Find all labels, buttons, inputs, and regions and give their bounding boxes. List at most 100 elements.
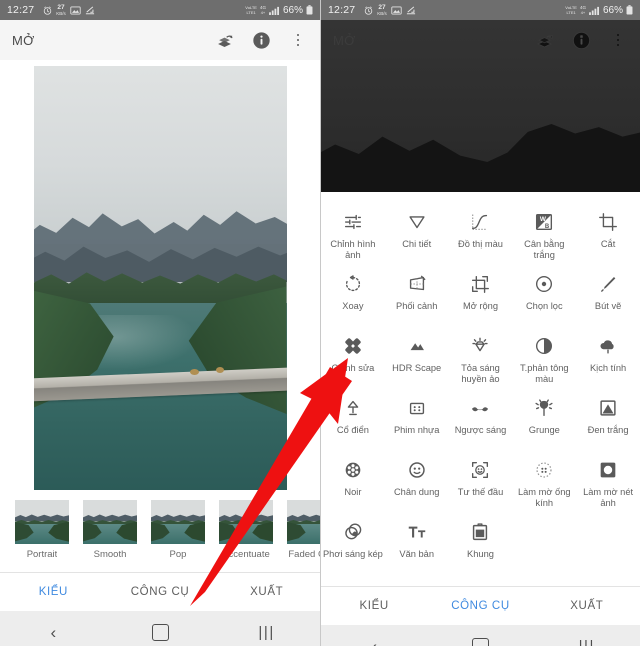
status-bar-right-group: VoLTE LTE1 4G 4+ 66% xyxy=(565,5,633,16)
tools-row: Noir Chân dung Tư thế đầu Làm mờ ống kính Là… xyxy=(321,450,640,512)
head-pose-icon xyxy=(469,458,491,482)
tool-item[interactable]: Xoay xyxy=(321,264,385,326)
battery-icon xyxy=(306,5,313,15)
curves-icon xyxy=(469,210,491,234)
filter-label: Portrait xyxy=(26,549,58,560)
tool-item[interactable]: Bút vẽ xyxy=(576,264,640,326)
tab-tools[interactable]: CÔNG CỤ xyxy=(107,586,214,598)
tool-label: Mở rộng xyxy=(462,301,499,311)
portrait-face-icon xyxy=(406,458,428,482)
screenshot-icon xyxy=(391,6,402,15)
info-icon[interactable] xyxy=(571,30,591,50)
filter-item[interactable]: Faded Glow xyxy=(284,500,320,560)
filter-item[interactable]: Portrait xyxy=(12,500,72,560)
tool-item[interactable]: Chi tiết xyxy=(385,202,449,264)
tool-label: Phim nhựa xyxy=(393,425,440,435)
filter-item[interactable]: Accentuate xyxy=(216,500,276,560)
nav-recents-button[interactable]: ||| xyxy=(213,624,320,641)
tools-grid[interactable]: Chỉnh hình ảnh Chi tiết Đồ thị màu W B Cân bằ… xyxy=(321,192,640,586)
tool-item[interactable]: Làm mờ nét ảnh xyxy=(576,450,640,512)
app-bar-title-right: MỞ xyxy=(333,32,356,48)
tool-item[interactable]: Chỉnh hình ảnh xyxy=(321,202,385,264)
tab-bar-right[interactable]: KIỂU CÔNG CỤ XUẤT xyxy=(321,586,640,625)
tool-item[interactable]: Đen trắng xyxy=(576,388,640,450)
nav-back-button[interactable]: ‹ xyxy=(321,638,427,646)
edited-photo xyxy=(33,66,287,490)
tool-item[interactable]: Cổ điển xyxy=(321,388,385,450)
tool-item[interactable]: W B Cân bằng trắng xyxy=(512,202,576,264)
tool-item[interactable]: Phối cảnh xyxy=(385,264,449,326)
black-white-icon xyxy=(597,396,619,420)
tool-label: Kịch tính xyxy=(589,363,627,373)
filter-thumbnail xyxy=(151,500,205,544)
healing-icon xyxy=(342,334,364,358)
tool-item[interactable]: Grunge xyxy=(512,388,576,450)
layers-icon[interactable] xyxy=(214,30,234,50)
tools-row: Cổ điển Phim nhựa Ngược sáng Grunge Đen trắn… xyxy=(321,388,640,450)
filter-strip[interactable]: PortraitSmoothPopAccentuateFaded GlowMo xyxy=(0,496,320,572)
tab-tools[interactable]: CÔNG CỤ xyxy=(427,600,533,612)
data-rate-unit: KB/s xyxy=(56,11,66,16)
status-bar-left-group: 12:27 27 KB/s xyxy=(7,4,245,16)
tab-styles[interactable]: KIỂU xyxy=(321,600,427,612)
tool-label: Cắt xyxy=(600,239,616,249)
tool-item[interactable]: Mở rộng xyxy=(449,264,513,326)
grainy-film-icon xyxy=(406,396,428,420)
left-phone-screen: 12:27 27 KB/s VoLTE LTE1 4G 4+ 66% MỞ Po… xyxy=(0,0,320,646)
nav-recents-button[interactable]: ||| xyxy=(534,638,640,646)
tool-item[interactable]: Cắt xyxy=(576,202,640,264)
drama-cloud-icon xyxy=(597,334,619,358)
nav-home-button[interactable] xyxy=(427,637,533,646)
battery-percent: 66% xyxy=(282,4,303,16)
data-rate-value: 27 xyxy=(378,4,386,11)
filter-label: Accentuate xyxy=(222,549,270,560)
tab-export[interactable]: XUẤT xyxy=(213,586,320,598)
overflow-menu-icon[interactable] xyxy=(288,30,308,50)
tool-item[interactable]: Làm mờ ống kính xyxy=(512,450,576,512)
overflow-menu-icon[interactable] xyxy=(608,30,628,50)
status-bar-right-group: VoLTE LTE1 4G 4+ 66% xyxy=(245,5,313,16)
filter-label: Faded Glow xyxy=(288,549,320,560)
tool-item[interactable]: Đồ thị màu xyxy=(449,202,513,264)
tab-bar-left[interactable]: KIỂU CÔNG CỤ XUẤT xyxy=(0,572,320,611)
tool-item[interactable]: T.phản tông màu xyxy=(512,326,576,388)
photo-canvas[interactable] xyxy=(0,60,320,496)
tab-styles[interactable]: KIỂU xyxy=(0,586,107,598)
info-icon[interactable] xyxy=(251,30,271,50)
tool-item[interactable]: HDR Scape xyxy=(385,326,449,388)
tool-item[interactable]: Chọn lọc xyxy=(512,264,576,326)
tool-item[interactable]: Chân dung xyxy=(385,450,449,512)
tool-label: Làm mờ ống kính xyxy=(517,487,571,508)
nav-bar-right: ‹ ||| xyxy=(321,625,640,646)
brush-icon xyxy=(597,272,619,296)
dimmed-photo-preview[interactable]: MỞ xyxy=(321,20,640,192)
tool-item[interactable]: Văn bản xyxy=(385,512,449,574)
tool-label: Cân bằng trắng xyxy=(524,239,565,260)
tool-item[interactable]: Tỏa sáng huyền ảo xyxy=(449,326,513,388)
expand-icon xyxy=(469,272,491,296)
tool-label: Cổ điển xyxy=(336,425,369,435)
tool-item[interactable]: Noir xyxy=(321,450,385,512)
tool-item[interactable]: Khung xyxy=(449,512,513,574)
filter-label: Pop xyxy=(169,549,187,560)
app-bar-right: MỞ xyxy=(321,20,640,60)
filter-item[interactable]: Smooth xyxy=(80,500,140,560)
nav-home-button[interactable] xyxy=(107,623,214,641)
photo-rock xyxy=(215,367,224,374)
nav-back-button[interactable]: ‹ xyxy=(0,624,107,641)
tool-item[interactable]: Chỉnh sửa xyxy=(321,326,385,388)
glamour-glow-icon xyxy=(469,334,491,358)
tool-item[interactable]: Phơi sáng kép xyxy=(321,512,385,574)
tool-item[interactable]: Kịch tính xyxy=(576,326,640,388)
layers-icon[interactable] xyxy=(534,30,554,50)
battery-icon xyxy=(626,5,633,15)
selective-icon xyxy=(533,272,555,296)
tool-item[interactable]: Ngược sáng xyxy=(449,388,513,450)
filter-item[interactable]: Pop xyxy=(148,500,208,560)
tab-export[interactable]: XUẤT xyxy=(534,600,640,612)
tool-item[interactable]: Phim nhựa xyxy=(385,388,449,450)
download-icon xyxy=(85,5,95,15)
tool-item[interactable]: Tư thế đầu xyxy=(449,450,513,512)
tools-row: Chỉnh sửa HDR Scape Tỏa sáng huyền ảo T.phả… xyxy=(321,326,640,388)
volte-icon: VoLTE LTE1 xyxy=(245,5,257,15)
